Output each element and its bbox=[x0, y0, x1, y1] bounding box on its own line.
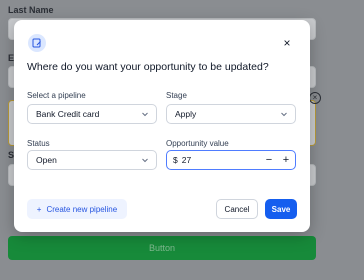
edit-document-icon bbox=[28, 34, 46, 52]
plus-icon: + bbox=[36, 204, 42, 214]
stage-label: Stage bbox=[166, 91, 187, 100]
background-button[interactable]: Button bbox=[8, 236, 316, 260]
stage-select[interactable]: Apply bbox=[166, 104, 296, 124]
pipeline-label: Select a pipeline bbox=[27, 91, 86, 100]
pipeline-value: Bank Credit card bbox=[36, 109, 100, 119]
stage-value: Apply bbox=[175, 109, 197, 119]
save-button[interactable]: Save bbox=[265, 199, 297, 219]
status-value: Open bbox=[36, 155, 57, 165]
create-new-pipeline-button[interactable]: + Create new pipeline bbox=[27, 199, 127, 219]
remove-circle-icon[interactable]: × bbox=[309, 92, 321, 104]
status-label: Status bbox=[27, 139, 50, 148]
status-select[interactable]: Open bbox=[27, 150, 157, 170]
opportunity-value-label: Opportunity value bbox=[166, 139, 229, 148]
last-name-label: Last Name bbox=[8, 5, 54, 15]
increment-button[interactable]: + bbox=[280, 154, 292, 166]
modal-title: Where do you want your opportunity to be… bbox=[27, 61, 269, 73]
close-icon[interactable]: × bbox=[280, 36, 294, 50]
update-opportunity-modal: × Where do you want your opportunity to … bbox=[14, 20, 310, 232]
chevron-down-icon bbox=[142, 112, 148, 117]
cancel-button[interactable]: Cancel bbox=[216, 199, 258, 219]
chevron-down-icon bbox=[281, 112, 287, 117]
opportunity-value-input[interactable]: $ 27 − + bbox=[166, 150, 296, 170]
pipeline-select[interactable]: Bank Credit card bbox=[27, 104, 157, 124]
chevron-down-icon bbox=[142, 158, 148, 163]
decrement-button[interactable]: − bbox=[263, 154, 275, 166]
create-new-pipeline-label: Create new pipeline bbox=[46, 204, 118, 214]
currency-symbol: $ bbox=[173, 155, 178, 165]
opportunity-value-text: 27 bbox=[181, 155, 192, 165]
